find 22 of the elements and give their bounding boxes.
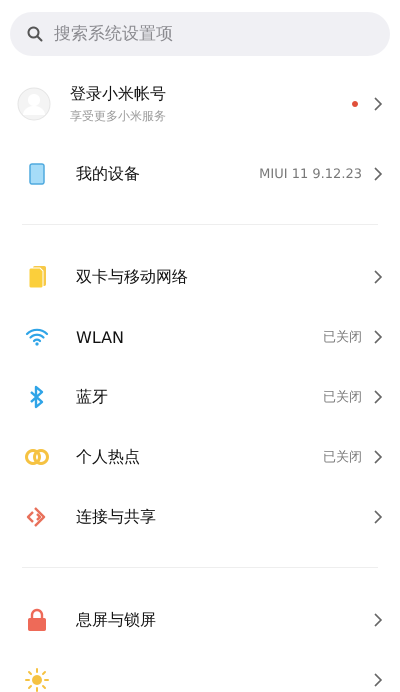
setting-title: WLAN [76, 328, 126, 346]
account-subtitle: 享受更多小米服务 [70, 108, 167, 124]
account-title: 登录小米帐号 [70, 84, 167, 104]
setting-title: 连接与共享 [76, 506, 157, 528]
settings-row[interactable]: 蓝牙 已关闭 [0, 367, 400, 427]
setting-value: MIUI 11 9.12.23 [259, 166, 362, 182]
settings-row[interactable]: 息屏与锁屏 [0, 590, 400, 650]
settings-row[interactable]: 个人热点 已关闭 [0, 427, 400, 487]
settings-row[interactable]: 我的设备 MIUI 11 9.12.23 [0, 144, 400, 204]
setting-value: 已关闭 [323, 389, 362, 406]
setting-title: 双卡与移动网络 [76, 266, 189, 288]
account-row[interactable]: 登录小米帐号 享受更多小米服务 [0, 64, 400, 144]
setting-title: 我的设备 [76, 164, 141, 184]
settings-row[interactable]: WLAN 已关闭 [0, 307, 400, 367]
setting-title: 个人热点 [76, 446, 141, 468]
setting-value: 已关闭 [323, 329, 362, 346]
setting-title: 息屏与锁屏 [76, 610, 157, 630]
setting-value: 已关闭 [323, 449, 362, 466]
settings-row[interactable]: 双卡与移动网络 [0, 247, 400, 307]
search-field[interactable]: 搜索系统设置项 [10, 12, 390, 56]
setting-title: 蓝牙 [76, 386, 109, 408]
settings-row[interactable]: 连接与共享 [0, 487, 400, 547]
